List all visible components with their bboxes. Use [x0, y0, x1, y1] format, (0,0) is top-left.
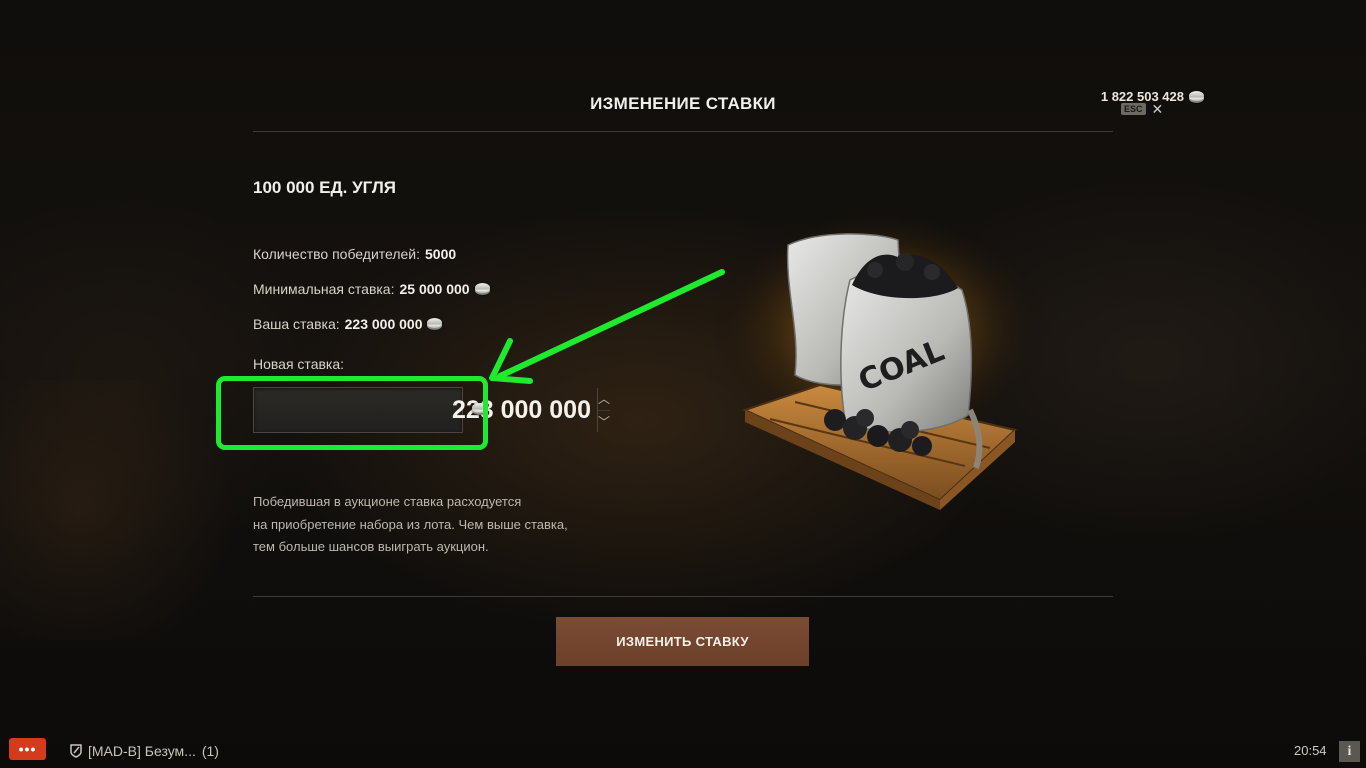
chat-tab-count: (1)	[201, 743, 219, 759]
bid-stepper: ︿ ﹀	[597, 388, 611, 433]
new-bid-field: ︿ ﹀	[253, 387, 611, 433]
clock: 20:54	[1294, 743, 1327, 758]
your-bid: Ваша ставка: 223 000 000	[253, 316, 443, 332]
close-button[interactable]: ESC ✕	[1121, 102, 1163, 116]
coin-icon	[427, 318, 443, 330]
lot-description: Победившая в аукционе ставка расходуется…	[253, 491, 613, 559]
chat-tab[interactable]: [MAD-B] Безум... (1)	[70, 743, 219, 759]
min-bid: Минимальная ставка: 25 000 000	[253, 281, 490, 297]
chevron-up-icon[interactable]: ︿	[598, 388, 610, 410]
your-bid-value: 223 000 000	[344, 316, 423, 332]
chevron-down-icon[interactable]: ﹀	[598, 409, 611, 433]
description-line: на приобретение набора из лота. Чем выше…	[253, 516, 568, 532]
coin-icon	[474, 283, 490, 295]
description-line: тем больше шансов выиграть аукцион.	[253, 539, 489, 554]
coin-icon	[1189, 90, 1204, 103]
info-icon[interactable]: i	[1339, 741, 1360, 762]
description-line: Победившая в аукционе ставка расходуется	[253, 494, 522, 509]
winners-count-value: 5000	[425, 246, 457, 262]
lot-image: COAL	[710, 215, 1050, 510]
chat-tab-label: [MAD-B] Безум...	[88, 743, 196, 759]
new-bid-label: Новая ставка:	[253, 356, 345, 372]
coin-icon	[472, 403, 487, 415]
bottom-divider	[253, 596, 1113, 597]
esc-key-label: ESC	[1121, 103, 1146, 115]
lot-title: 100 000 ЕД. УГЛЯ	[253, 178, 397, 197]
winners-count-label: Количество победителей:	[253, 246, 421, 262]
winners-count: Количество победителей: 5000	[253, 246, 456, 262]
top-divider	[253, 131, 1113, 132]
change-bid-button[interactable]: ИЗМЕНИТЬ СТАВКУ	[556, 617, 809, 666]
close-icon: ✕	[1151, 101, 1164, 117]
auction-screen: ИЗМЕНЕНИЕ СТАВКИ 1 822 503 428 ESC ✕ 100…	[0, 0, 1366, 768]
background-glow	[0, 380, 260, 640]
min-bid-label: Минимальная ставка:	[253, 281, 395, 297]
new-bid-input[interactable]	[254, 388, 597, 432]
min-bid-value: 25 000 000	[399, 281, 470, 297]
chat-icon[interactable]: •••	[9, 738, 46, 760]
clan-icon	[70, 744, 82, 758]
your-bid-label: Ваша ставка:	[253, 316, 340, 332]
